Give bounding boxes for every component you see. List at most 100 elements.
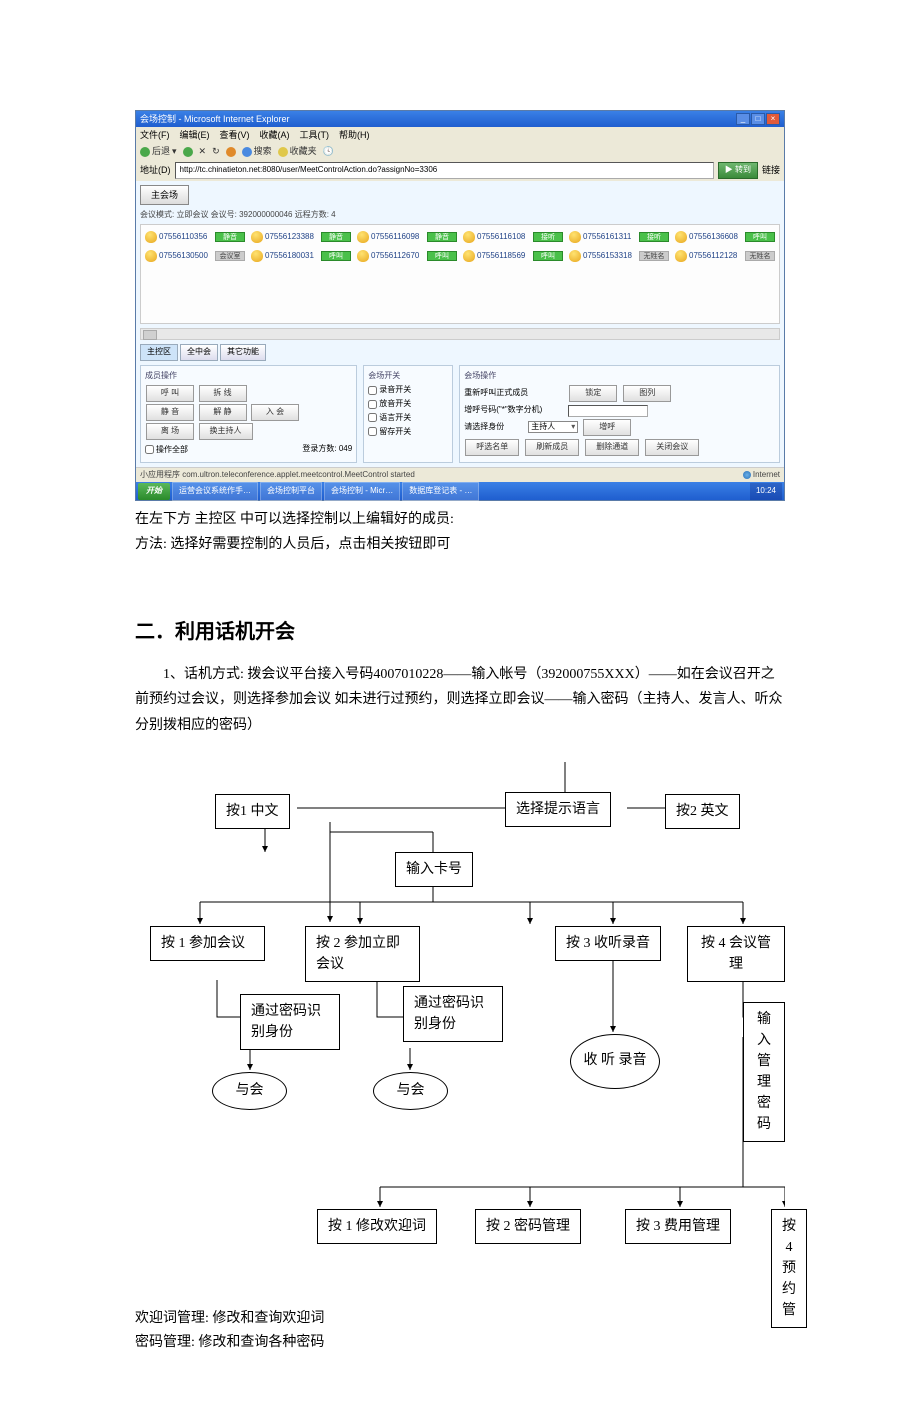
search-button[interactable]: 搜索 xyxy=(242,144,272,158)
call-list-button[interactable]: 呼选名单 xyxy=(465,439,519,456)
address-input[interactable]: http://tc.chinatieton.net:8080/user/Meet… xyxy=(175,162,714,179)
participant-cell[interactable]: 07556123388静音 xyxy=(251,231,351,244)
stop-button[interactable]: ✕ xyxy=(199,144,207,158)
menu-edit[interactable]: 编辑(E) xyxy=(180,128,210,142)
bell-icon xyxy=(145,231,157,243)
participant-status[interactable]: 呼叫 xyxy=(745,232,775,242)
member-ops-title: 成员操作 xyxy=(145,370,352,383)
participant-status[interactable]: 呼叫 xyxy=(533,251,563,261)
start-button[interactable]: 开始 xyxy=(138,483,170,500)
playback-switch[interactable]: 放音开关 xyxy=(368,398,448,411)
maximize-button[interactable]: □ xyxy=(751,113,765,125)
ie-window: 会场控制 - Microsoft Internet Explorer _ □ ×… xyxy=(135,110,785,501)
main-hall-button[interactable]: 主会场 xyxy=(140,185,189,205)
participant-number: 07556116098 xyxy=(371,231,425,244)
taskbar-item-4[interactable]: 数据库登记表 - … xyxy=(402,482,479,501)
flow-listen: 收 听 录音 xyxy=(570,1034,660,1089)
participant-number: 07556161311 xyxy=(583,231,637,244)
taskbar-item-1[interactable]: 运营会议系统作手… xyxy=(172,482,258,501)
participant-number: 07556112128 xyxy=(689,250,743,263)
horizontal-scrollbar[interactable] xyxy=(140,328,780,340)
refresh-members-button[interactable]: 刷新成员 xyxy=(525,439,579,456)
delete-channel-button[interactable]: 删除通道 xyxy=(585,439,639,456)
mute-button[interactable]: 静 音 xyxy=(146,404,194,421)
participant-cell[interactable]: 07556112670呼叫 xyxy=(357,250,457,263)
links-label[interactable]: 链接 xyxy=(762,163,780,177)
forward-button[interactable] xyxy=(183,147,193,157)
participant-status[interactable]: 接听 xyxy=(639,232,669,242)
identity-select[interactable]: 主持人 xyxy=(528,421,578,433)
participant-cell[interactable]: 07556136608呼叫 xyxy=(675,231,775,244)
participant-cell[interactable]: 07556118569呼叫 xyxy=(463,250,563,263)
menu-file[interactable]: 文件(F) xyxy=(140,128,170,142)
participant-cell[interactable]: 07556153318无姓名 xyxy=(569,250,669,263)
bell-icon xyxy=(569,231,581,243)
participant-cell[interactable]: 07556180031呼叫 xyxy=(251,250,351,263)
home-button[interactable] xyxy=(226,147,236,157)
participant-status[interactable]: 无姓名 xyxy=(745,251,775,261)
retain-switch[interactable]: 留存开关 xyxy=(368,426,448,439)
participant-cell[interactable]: 07556161311接听 xyxy=(569,231,669,244)
language-switch[interactable]: 语言开关 xyxy=(368,412,448,425)
change-host-button[interactable]: 换主持人 xyxy=(199,423,253,440)
list-button[interactable]: 图列 xyxy=(623,385,671,402)
participant-status[interactable]: 无姓名 xyxy=(639,251,669,261)
favorites-button[interactable]: 收藏夹 xyxy=(278,144,317,158)
bell-icon xyxy=(251,250,263,262)
tab-all-conf[interactable]: 全中会 xyxy=(180,344,218,361)
internet-zone: Internet xyxy=(743,469,780,482)
back-button[interactable]: 后退 ▾ xyxy=(140,144,177,158)
go-button[interactable]: ▶ 转到 xyxy=(718,162,758,179)
record-switch[interactable]: 录音开关 xyxy=(368,384,448,397)
forward-icon xyxy=(183,147,193,157)
footer-line-1: 欢迎词管理: 修改和查询欢迎词 xyxy=(135,1308,785,1330)
flow-join1: 与会 xyxy=(212,1072,287,1110)
participant-cell[interactable]: 07556116108接听 xyxy=(463,231,563,244)
participant-status[interactable]: 会议室 xyxy=(215,251,245,261)
participant-number: 07556123388 xyxy=(265,231,319,244)
taskbar-item-2[interactable]: 会场控制平台 xyxy=(260,482,322,501)
menu-fav[interactable]: 收藏(A) xyxy=(260,128,290,142)
flow-pwd-id2: 通过密码识别身份 xyxy=(403,986,503,1042)
flowchart: 选择提示语言 按1 中文 按2 英文 输入卡号 按 1 参加会议 按 2 参加立… xyxy=(135,762,785,1292)
participant-cell[interactable]: 07556112128无姓名 xyxy=(675,250,775,263)
addnum-input[interactable] xyxy=(568,405,648,417)
hangup-button[interactable]: 拆 线 xyxy=(199,385,247,402)
tab-other[interactable]: 其它功能 xyxy=(220,344,266,361)
ie-toolbar: 后退 ▾ ✕ ↻ 搜索 收藏夹 🕓 xyxy=(136,143,784,159)
participant-cell[interactable]: 07556130500会议室 xyxy=(145,250,245,263)
participant-number: 07556130500 xyxy=(159,250,213,263)
menu-tools[interactable]: 工具(T) xyxy=(300,128,330,142)
close-button[interactable]: × xyxy=(766,113,780,125)
participant-status[interactable]: 呼叫 xyxy=(427,251,457,261)
leave-button[interactable]: 离 场 xyxy=(146,423,194,440)
flow-mgr4: 按 4 预约管 xyxy=(771,1209,807,1328)
participant-cell[interactable]: 07556116098静音 xyxy=(357,231,457,244)
instruction-line-1: 在左下方 主控区 中可以选择控制以上编辑好的成员: xyxy=(135,509,785,531)
participant-status[interactable]: 接听 xyxy=(533,232,563,242)
bell-icon xyxy=(463,250,475,262)
participant-status[interactable]: 静音 xyxy=(215,232,245,242)
participant-cell[interactable]: 07556110356静音 xyxy=(145,231,245,244)
join-button[interactable]: 入 会 xyxy=(251,404,299,421)
operate-all-checkbox[interactable]: 操作全部 xyxy=(145,444,188,457)
taskbar-item-3[interactable]: 会场控制 - Micr… xyxy=(324,482,400,501)
lock-button[interactable]: 锁定 xyxy=(569,385,617,402)
tab-main-control[interactable]: 主控区 xyxy=(140,344,178,361)
unmute-button[interactable]: 解 静 xyxy=(199,404,247,421)
menu-help[interactable]: 帮助(H) xyxy=(339,128,370,142)
recall-label: 重新呼叫正式成员 xyxy=(464,387,564,400)
participant-status[interactable]: 静音 xyxy=(427,232,457,242)
participant-status[interactable]: 呼叫 xyxy=(321,251,351,261)
system-tray[interactable]: 10:24 xyxy=(750,483,782,500)
bell-icon xyxy=(251,231,263,243)
participant-status[interactable]: 静音 xyxy=(321,232,351,242)
call-button[interactable]: 呼 叫 xyxy=(146,385,194,402)
close-conference-button[interactable]: 关闭会议 xyxy=(645,439,699,456)
history-button[interactable]: 🕓 xyxy=(323,144,334,158)
addcall-button[interactable]: 增呼 xyxy=(583,419,631,436)
refresh-button[interactable]: ↻ xyxy=(212,144,220,158)
participant-number: 07556136608 xyxy=(689,231,743,244)
menu-view[interactable]: 查看(V) xyxy=(220,128,250,142)
minimize-button[interactable]: _ xyxy=(736,113,750,125)
